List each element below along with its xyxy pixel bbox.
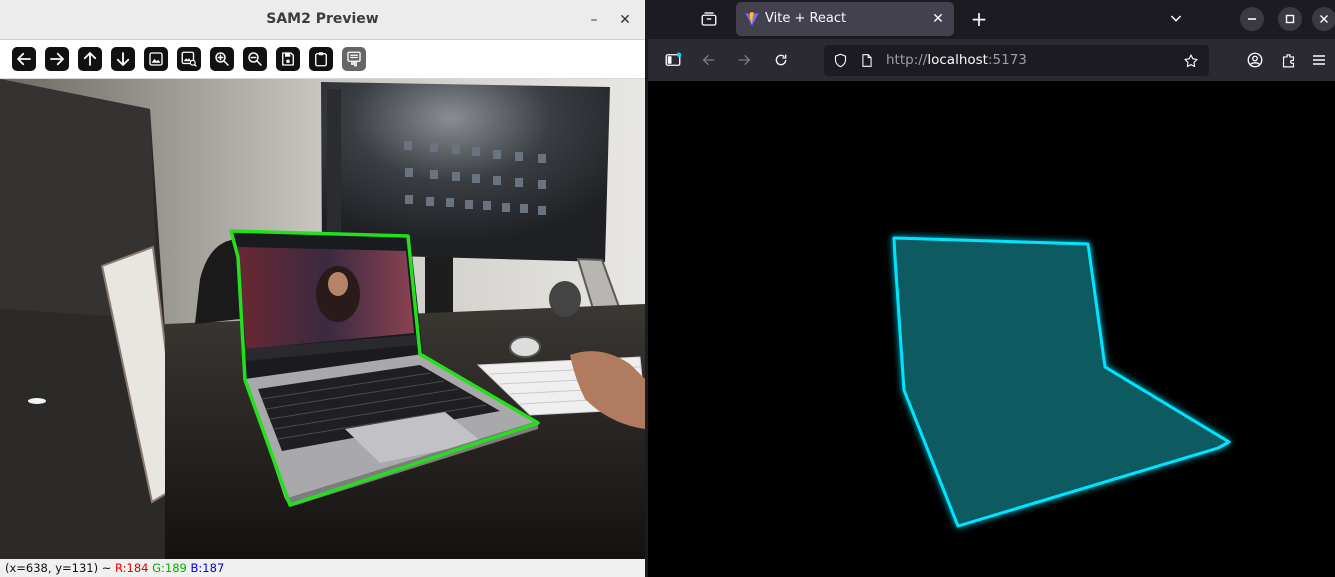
back-arrow-icon [702, 54, 715, 66]
bookmark-star-icon[interactable] [1183, 53, 1199, 69]
zoom-in-button[interactable] [210, 47, 234, 71]
zoom-fit-icon [149, 52, 163, 66]
pixel-blue-value: B:187 [190, 561, 225, 575]
properties-icon [347, 51, 361, 67]
pan-right-button[interactable] [45, 47, 69, 71]
page-content[interactable] [648, 81, 1335, 577]
pixel-green-value: G:189 [152, 561, 187, 575]
reload-button[interactable] [770, 49, 792, 71]
zoom-fit-button[interactable] [144, 47, 168, 71]
url-port: :5173 [987, 52, 1027, 68]
close-icon: ✕ [619, 12, 631, 28]
back-button[interactable] [698, 49, 720, 71]
pan-down-icon [116, 52, 130, 66]
forward-button[interactable] [733, 49, 755, 71]
window-close-button[interactable] [1312, 7, 1335, 31]
url-bar[interactable]: http://localhost:5173 [824, 45, 1209, 76]
zoom-original-icon [181, 51, 197, 67]
shield-icon [834, 53, 847, 68]
tab-bar: Vite + React ✕ + [648, 0, 1335, 39]
sam2-titlebar: SAM2 Preview – ✕ [0, 0, 645, 40]
desktop: SAM2 Preview – ✕ (x=638, y=131) ~ R:184 … [0, 0, 1335, 577]
zoom-out-icon [248, 52, 262, 66]
save-button[interactable] [276, 47, 300, 71]
pan-right-icon [50, 52, 64, 66]
puzzle-icon [1282, 53, 1294, 67]
copy-icon [315, 52, 327, 67]
chevron-down-icon [1170, 15, 1182, 22]
sam2-toolbar [0, 40, 645, 79]
tab-overview-button[interactable] [698, 8, 720, 30]
account-button[interactable] [1244, 49, 1266, 71]
pan-left-button[interactable] [12, 47, 36, 71]
tab-overview-icon [701, 12, 717, 26]
forward-arrow-icon [738, 54, 751, 66]
camera-frame-image [0, 79, 645, 559]
properties-button[interactable] [342, 47, 366, 71]
app-menu-button[interactable] [1308, 49, 1330, 71]
browser-window: Vite + React ✕ + http://localhost:5173 [648, 0, 1335, 577]
minimize-icon: – [590, 12, 598, 28]
save-icon [282, 52, 294, 66]
cursor-coordinates: (x=638, y=131) ~ [5, 561, 116, 575]
camera-preview-canvas[interactable] [0, 79, 645, 559]
close-tab-icon: ✕ [932, 11, 944, 27]
vite-logo-icon [745, 12, 759, 26]
list-all-tabs-button[interactable] [1166, 8, 1186, 28]
url-text: http://localhost:5173 [886, 52, 1027, 68]
maximize-icon [1285, 14, 1295, 24]
close-button[interactable]: ✕ [615, 10, 635, 30]
minimize-button[interactable]: – [584, 10, 604, 30]
account-icon [1247, 52, 1263, 68]
reload-icon [775, 54, 787, 66]
window-minimize-button[interactable] [1240, 7, 1264, 31]
pan-down-button[interactable] [111, 47, 135, 71]
sam2-preview-window: SAM2 Preview – ✕ (x=638, y=131) ~ R:184 … [0, 0, 645, 577]
copy-button[interactable] [309, 47, 333, 71]
pixel-red-value: R:184 [115, 561, 149, 575]
url-host: localhost [927, 52, 988, 68]
page-icon [862, 54, 872, 67]
close-icon [1320, 15, 1328, 23]
tab-title: Vite + React [765, 11, 847, 26]
extensions-button[interactable] [1277, 49, 1299, 71]
pan-up-button[interactable] [78, 47, 102, 71]
new-tab-button[interactable]: + [968, 7, 990, 31]
pan-left-icon [17, 52, 31, 66]
mask-render-canvas [892, 236, 1231, 528]
status-bar: (x=638, y=131) ~ R:184 G:189 B:187 [0, 559, 645, 577]
window-maximize-button[interactable] [1278, 7, 1302, 31]
minimize-icon [1248, 18, 1256, 20]
pan-up-icon [83, 52, 97, 66]
plus-icon: + [970, 7, 988, 31]
zoom-in-icon [215, 52, 229, 66]
sidebar-icon [665, 52, 682, 66]
close-tab-button[interactable]: ✕ [929, 10, 947, 28]
segmentation-mask-shape [892, 236, 1231, 528]
window-title: SAM2 Preview [266, 11, 379, 27]
tab-vite-react[interactable]: Vite + React ✕ [736, 2, 954, 36]
hamburger-menu-icon [1313, 55, 1325, 65]
zoom-out-button[interactable] [243, 47, 267, 71]
url-protocol: http:// [886, 52, 928, 68]
zoom-original-button[interactable] [177, 47, 201, 71]
sidebar-button[interactable] [662, 49, 684, 71]
navigation-toolbar: http://localhost:5173 [648, 39, 1335, 81]
